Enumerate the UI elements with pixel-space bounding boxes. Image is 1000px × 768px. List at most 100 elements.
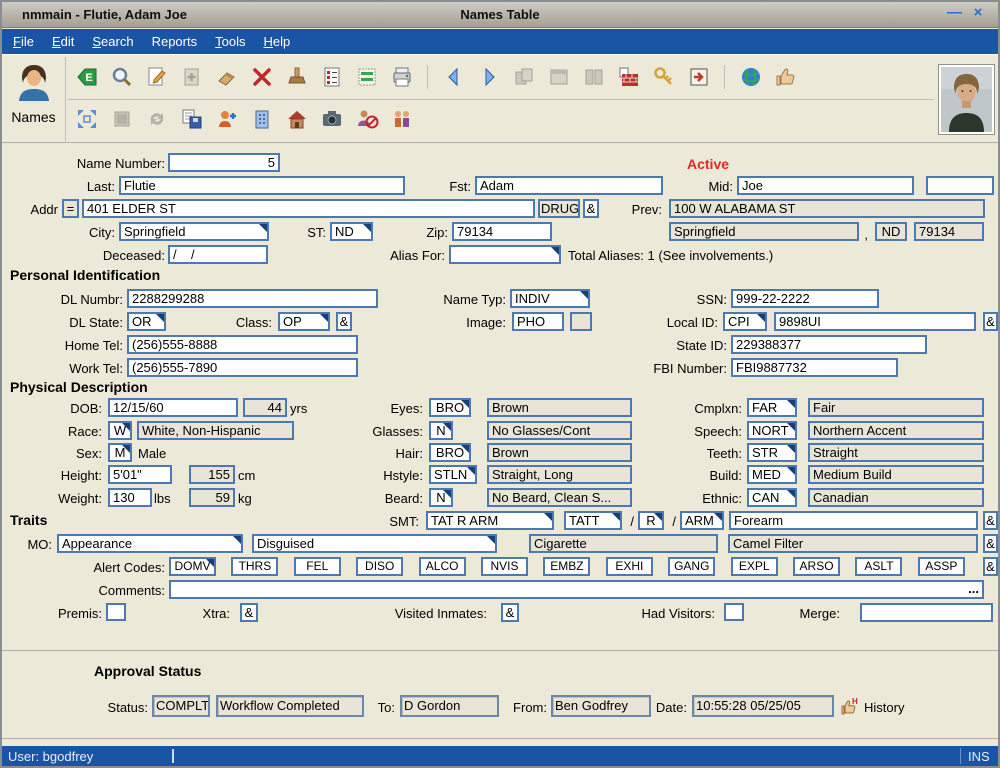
menu-help[interactable]: Help xyxy=(254,34,299,49)
race-code-field[interactable]: W xyxy=(108,421,132,440)
smt-more-button[interactable]: & xyxy=(983,511,998,530)
refresh-gray-icon[interactable] xyxy=(144,106,170,132)
key-icon[interactable] xyxy=(651,64,677,90)
print-icon[interactable] xyxy=(389,64,415,90)
save-disk-icon[interactable] xyxy=(179,106,205,132)
thumbs-up-icon[interactable] xyxy=(773,64,799,90)
menu-reports[interactable]: Reports xyxy=(143,34,207,49)
beard-code-field[interactable]: N xyxy=(429,488,453,507)
address-more-button[interactable]: & xyxy=(583,199,599,218)
edit-icon[interactable] xyxy=(144,64,170,90)
next-arrow-icon[interactable] xyxy=(476,64,502,90)
window-gray-icon[interactable] xyxy=(546,64,572,90)
close-button[interactable]: × xyxy=(968,4,988,21)
stamp-icon[interactable] xyxy=(284,64,310,90)
eraser-icon[interactable] xyxy=(214,64,240,90)
image-field[interactable]: PHO xyxy=(512,312,564,331)
hstyle-code-field[interactable]: STLN xyxy=(429,465,477,484)
alert-code-expl[interactable]: EXPL xyxy=(731,557,778,576)
fbi-number-field[interactable]: FBI9887732 xyxy=(731,358,898,377)
dl-state-field[interactable]: OR xyxy=(127,312,166,331)
ssn-field[interactable]: 999-22-2222 xyxy=(731,289,879,308)
last-name-field[interactable]: Flutie xyxy=(119,176,405,195)
alert-code-assp[interactable]: ASSP xyxy=(918,557,965,576)
visited-inmates-button[interactable]: & xyxy=(501,603,519,622)
eyes-code-field[interactable]: BRO xyxy=(429,398,471,417)
suffix-field[interactable] xyxy=(926,176,994,195)
local-id-more-button[interactable]: & xyxy=(983,312,998,331)
add-person-icon[interactable] xyxy=(214,106,240,132)
complexion-code-field[interactable]: FAR xyxy=(747,398,797,417)
mo-method-field[interactable]: Disguised xyxy=(252,534,497,553)
street-address-field[interactable]: 401 ELDER ST xyxy=(82,199,535,218)
height-field[interactable]: 5'01" xyxy=(108,465,172,484)
state-field[interactable]: ND xyxy=(330,222,373,241)
weight-field[interactable]: 130 xyxy=(108,488,152,507)
premis-checkbox[interactable] xyxy=(106,603,126,621)
comments-field[interactable]: Adam Flutie might be found lounging in h… xyxy=(169,580,984,599)
hair-code-field[interactable]: BRO xyxy=(429,443,471,462)
comments-expand-button[interactable]: ... xyxy=(968,582,979,595)
build-code-field[interactable]: MED xyxy=(747,465,797,484)
minimize-button[interactable]: — xyxy=(944,4,964,21)
teeth-code-field[interactable]: STR xyxy=(747,443,797,462)
history-link[interactable]: History xyxy=(864,700,914,715)
dl-class-more-button[interactable]: & xyxy=(336,312,352,331)
menu-edit[interactable]: Edit xyxy=(43,34,83,49)
globe-icon[interactable] xyxy=(738,64,764,90)
delete-icon[interactable] xyxy=(249,64,275,90)
alert-code-domv[interactable]: DOMV xyxy=(169,557,216,576)
alert-code-exhi[interactable]: EXHI xyxy=(606,557,653,576)
work-tel-field[interactable]: (256)555-7890 xyxy=(127,358,358,377)
mo-category-field[interactable]: Appearance xyxy=(57,534,243,553)
alert-code-nvis[interactable]: NVIS xyxy=(481,557,528,576)
had-visitors-checkbox[interactable] xyxy=(724,603,744,621)
merge-field[interactable] xyxy=(860,603,993,622)
alert-code-embz[interactable]: EMBZ xyxy=(543,557,590,576)
list-green-icon[interactable] xyxy=(354,64,380,90)
people-icon[interactable] xyxy=(389,106,415,132)
menu-search[interactable]: Search xyxy=(83,34,142,49)
alert-code-diso[interactable]: DISO xyxy=(356,557,403,576)
local-id-field[interactable]: 9898UI xyxy=(774,312,976,331)
address-equals-button[interactable]: = xyxy=(62,199,79,218)
name-type-field[interactable]: INDIV xyxy=(510,289,590,308)
person-block-icon[interactable] xyxy=(354,106,380,132)
building-icon[interactable] xyxy=(249,106,275,132)
xtra-button[interactable]: & xyxy=(240,603,258,622)
dl-number-field[interactable]: 2288299288 xyxy=(127,289,378,308)
exit-door-icon[interactable] xyxy=(686,64,712,90)
copy-gray-icon[interactable] xyxy=(511,64,537,90)
panel-gray-icon[interactable] xyxy=(109,106,135,132)
dl-class-field[interactable]: OP xyxy=(278,312,330,331)
zip-field[interactable]: 79134 xyxy=(452,222,552,241)
menu-file[interactable]: File xyxy=(4,34,43,49)
city-field[interactable]: Springfield xyxy=(119,222,269,241)
add-gray-icon[interactable] xyxy=(179,64,205,90)
alert-code-thrs[interactable]: THRS xyxy=(231,557,278,576)
state-id-field[interactable]: 229388377 xyxy=(731,335,927,354)
middle-name-field[interactable]: Joe xyxy=(737,176,914,195)
alert-code-aslt[interactable]: ASLT xyxy=(855,557,902,576)
mo-more-button[interactable]: & xyxy=(983,534,998,553)
alert-code-gang[interactable]: GANG xyxy=(668,557,715,576)
firewall-icon[interactable] xyxy=(616,64,642,90)
name-number-field[interactable]: 5 xyxy=(168,153,280,172)
checklist-icon[interactable] xyxy=(319,64,345,90)
house-icon[interactable] xyxy=(284,106,310,132)
dob-field[interactable]: 12/15/60 xyxy=(108,398,238,417)
history-icon[interactable]: H xyxy=(840,696,860,721)
alert-code-alco[interactable]: ALCO xyxy=(419,557,466,576)
media-gray-icon[interactable] xyxy=(581,64,607,90)
smt-field[interactable]: TAT R ARM xyxy=(426,511,554,530)
menu-tools[interactable]: Tools xyxy=(206,34,254,49)
alert-codes-more-button[interactable]: & xyxy=(983,557,998,576)
fit-screen-icon[interactable] xyxy=(74,106,100,132)
smt-location-field[interactable]: ARM xyxy=(680,511,724,530)
glasses-code-field[interactable]: N xyxy=(429,421,453,440)
prev-arrow-icon[interactable] xyxy=(441,64,467,90)
deceased-date-field[interactable]: / / xyxy=(168,245,268,264)
exit-icon[interactable]: E xyxy=(74,64,100,90)
sex-code-field[interactable]: M xyxy=(108,443,132,462)
smt-type-field[interactable]: TATT xyxy=(564,511,622,530)
